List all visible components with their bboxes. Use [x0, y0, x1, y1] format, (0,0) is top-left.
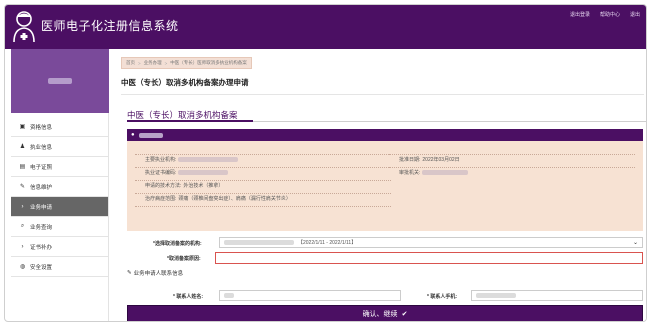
- skill-label: 申请的技术方法:: [145, 183, 182, 189]
- sidebar: ▣ 资格信息 ♟ 执业信息 ▤ 电子证照 ✎ 信息维护 › 业务申请 ⌕ 业务查询 › 证书补…: [11, 49, 109, 321]
- org-date-range: 【2022/1/11 - 2022/1/11】: [298, 240, 357, 246]
- help-center-link[interactable]: 帮助中心: [600, 11, 620, 18]
- org-name-redacted: [138, 132, 163, 138]
- sidebar-nav: ▣ 资格信息 ♟ 执业信息 ▤ 电子证照 ✎ 信息维护 › 业务申请 ⌕ 业务查询 › 证书补…: [11, 117, 108, 277]
- app-window: 医师电子化注册信息系统 退出登录 帮助中心 退出 ▣ 资格信息 ♟ 执业信息 ▤ 电子…: [4, 4, 647, 322]
- contact-section-label: 业务申请人联系信息: [133, 271, 184, 277]
- dotted-divider: [135, 154, 391, 155]
- dotted-divider: [389, 154, 635, 155]
- sidebar-item-label: 业务查询: [30, 224, 53, 231]
- chevron-right-icon: ›: [21, 243, 24, 250]
- contact-phone-label: * 联系人手机:: [427, 294, 458, 300]
- approve-date-label: 批准日期:: [399, 157, 421, 163]
- app-title: 医师电子化注册信息系统: [41, 19, 179, 33]
- sidebar-item-business-apply[interactable]: › 业务申请: [11, 197, 108, 217]
- scope-row: 治疗病症范围: 颈痛（颈椎间盘突出症）、肩痛（漏行性肩关节炎）: [145, 195, 291, 202]
- sidebar-item-label: 信息维护: [30, 184, 53, 191]
- reason-label: *取消备案原因:: [167, 256, 201, 262]
- chevron-right-icon: ›: [21, 203, 24, 210]
- confirm-continue-button[interactable]: 确认、继续 ✔: [127, 305, 643, 321]
- main-org-value-redacted: [178, 157, 239, 162]
- approve-date-value: 2022年03月02日: [422, 157, 460, 163]
- dotted-divider: [135, 180, 391, 181]
- main-content: 首页 > 业务办理 > 中医（专长）医师取消多执业机构备案 中医（专长）取消多机…: [115, 49, 646, 321]
- sidebar-item-certificate-reissue[interactable]: › 证书补办: [11, 237, 108, 257]
- search-icon: ⌕: [20, 223, 25, 229]
- edit-icon: ✎: [127, 270, 132, 276]
- top-header: 医师电子化注册信息系统 退出登录 帮助中心 退出: [5, 5, 646, 49]
- contact-phone-redacted: [476, 293, 516, 298]
- approve-org-label: 审批机关:: [399, 170, 421, 176]
- skill-value: 外治技术（推拿）: [183, 183, 224, 189]
- logout-link-1[interactable]: 退出登录: [570, 11, 590, 18]
- org-option-redacted: [224, 240, 294, 245]
- license-value-redacted: [178, 170, 229, 175]
- breadcrumb: 首页 > 业务办理 > 中医（专长）医师取消多执业机构备案: [121, 57, 252, 69]
- user-profile-panel: [11, 49, 109, 113]
- dotted-divider: [135, 206, 391, 207]
- sidebar-item-qualification[interactable]: ▣ 资格信息: [11, 117, 108, 137]
- breadcrumb-home[interactable]: 首页: [126, 60, 135, 66]
- main-org-label: 主要执业机构:: [145, 157, 177, 163]
- title-underline: [127, 120, 253, 122]
- check-icon: ✔: [401, 311, 408, 318]
- doctor-logo-icon: [13, 11, 35, 43]
- dotted-divider: [389, 167, 635, 168]
- confirm-button-label: 确认、继续: [362, 311, 398, 318]
- contact-name-redacted: [224, 293, 234, 298]
- scope-label: 治疗病症范围:: [145, 196, 177, 202]
- sidebar-item-label: 资格信息: [30, 124, 53, 131]
- sidebar-item-label: 执业信息: [30, 144, 53, 151]
- folder-icon: ▣: [19, 124, 26, 130]
- divider: [121, 94, 644, 95]
- chevron-down-icon: ⌄: [632, 240, 638, 246]
- cancel-org-select[interactable]: 【2022/1/11 - 2022/1/11】 ⌄: [219, 237, 643, 248]
- top-links: 退出登录 帮助中心 退出: [570, 11, 640, 18]
- registration-info-panel: 主要执业机构: 执业证书编码: 申请的技术方法: 外治技术（推拿） 治疗病症范围…: [127, 141, 643, 231]
- cancel-reason-input[interactable]: [215, 252, 643, 264]
- sidebar-item-label: 电子证照: [30, 164, 53, 171]
- sidebar-item-security[interactable]: ◍ 安全设置: [11, 257, 108, 277]
- contact-section-title: ✎ 业务申请人联系信息: [127, 269, 183, 277]
- sidebar-item-practice[interactable]: ♟ 执业信息: [11, 137, 108, 157]
- user-plus-icon: ♟: [19, 144, 26, 150]
- sidebar-item-label: 证书补办: [30, 244, 53, 251]
- main-org-row: 主要执业机构:: [145, 156, 239, 163]
- contact-name-label: * 联系人姓名:: [173, 294, 204, 300]
- breadcrumb-business[interactable]: 业务办理: [144, 60, 162, 66]
- breadcrumb-separator: >: [164, 60, 168, 66]
- contact-phone-input[interactable]: [471, 290, 643, 301]
- license-label: 执业证书编码:: [145, 170, 177, 176]
- skill-row: 申请的技术方法: 外治技术（推拿）: [145, 182, 223, 189]
- edit-icon: ✎: [19, 184, 26, 190]
- logout-link[interactable]: 退出: [630, 11, 640, 18]
- dotted-divider: [135, 167, 391, 168]
- approve-org-value-redacted: [422, 170, 469, 175]
- contact-name-input[interactable]: [219, 290, 401, 301]
- scope-value: 颈痛（颈椎间盘突出症）、肩痛（漏行性肩关节炎）: [178, 196, 291, 202]
- document-icon: ▤: [19, 164, 26, 170]
- license-row: 执业证书编码:: [145, 169, 229, 176]
- approve-org-row: 审批机关:: [399, 169, 469, 176]
- breadcrumb-current: 中医（专长）医师取消多执业机构备案: [170, 60, 247, 65]
- sidebar-item-e-license[interactable]: ▤ 电子证照: [11, 157, 108, 177]
- map-marker-icon: ●: [131, 132, 135, 138]
- sidebar-item-info-maintenance[interactable]: ✎ 信息维护: [11, 177, 108, 197]
- cancel-org-label: *选择取消备案的机构:: [153, 241, 202, 247]
- user-name-redacted: [48, 78, 72, 84]
- sidebar-item-label: 安全设置: [30, 264, 53, 271]
- dotted-divider: [135, 193, 391, 194]
- org-header-bar: ●: [127, 129, 643, 141]
- shield-icon: ◍: [19, 264, 26, 270]
- sidebar-item-business-query[interactable]: ⌕ 业务查询: [11, 217, 108, 237]
- breadcrumb-separator: >: [138, 60, 141, 66]
- page-title: 中医（专长）取消多机构备案办理申请: [121, 78, 249, 87]
- sidebar-item-label: 业务申请: [30, 204, 53, 211]
- approve-date-row: 批准日期: 2022年03月02日: [399, 156, 460, 163]
